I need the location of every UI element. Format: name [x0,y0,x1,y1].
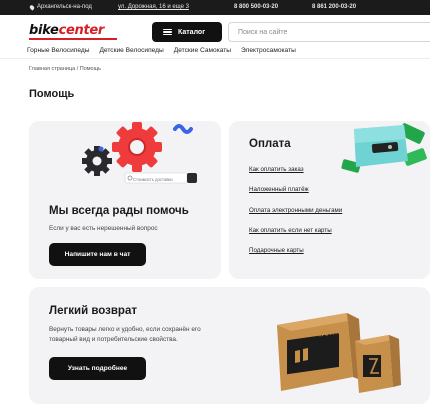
help-card-title: Мы всегда рады помочь [49,205,189,217]
main-nav: Горные Велосипеды Детские Велосипеды Дет… [27,47,296,54]
breadcrumb[interactable]: Главная страница / Помощь [29,66,101,72]
logo-underline [29,38,117,40]
payment-card-title: Оплата [249,138,291,150]
payment-link-no-card[interactable]: Как оплатить если нет карты [249,227,332,234]
logo-text-bike: bike [29,23,59,38]
menu-icon [163,28,172,36]
search-placeholder: Поиск на сайте [238,28,288,36]
nav-item-kids-scooters[interactable]: Детские Самокаты [174,47,231,54]
nav-item-kids-bikes[interactable]: Детские Велосипеды [99,47,163,54]
page-title: Помощь [29,88,75,100]
payment-link-how-to-pay[interactable]: Как оплатить заказ [249,166,304,173]
city-label: Архангельск-на-под [37,4,92,10]
search-input[interactable]: Поиск на сайте [228,22,430,42]
top-info-bar: Архангельск-на-под ул. Дорожная, 16 и ещ… [0,0,430,15]
nav-item-mountain-bikes[interactable]: Горные Велосипеды [27,47,89,54]
return-card: Легкий возврат Вернуть товары легко и уд… [29,287,430,404]
nav-item-electric-scooters[interactable]: Электросамокаты [241,47,296,54]
catalog-button-label: Каталог [178,28,206,36]
help-card-text: Если у вас есть нерешенный вопрос [49,225,158,232]
nav-divider [0,58,430,59]
payment-link-gift-cards[interactable]: Подарочные карты [249,247,304,254]
catalog-button[interactable]: Каталог [152,22,222,42]
phone-link-secondary[interactable]: 8 861 200-03-20 [312,4,356,10]
chat-button[interactable]: Напишите нам в чат [49,243,146,266]
location-pin-icon [28,3,36,11]
phone-link-primary[interactable]: 8 800 500-03-20 [234,4,278,10]
illustration-search-hint: Стоимость доставки [133,177,173,182]
payment-card: Оплата Как оплатить заказ Наложенный пла… [229,121,430,279]
return-card-text: Вернуть товары легко и удобно, если сохр… [49,326,201,343]
learn-more-button[interactable]: Узнать подробнее [49,357,146,380]
logo-text-center: center [58,23,105,38]
shipping-box-illustration [277,313,401,393]
payment-link-cash-on-delivery[interactable]: Наложенный платёж [249,186,309,193]
location-selector[interactable]: Архангельск-на-под [28,3,92,11]
wallet-money-illustration [341,123,427,173]
help-card: Стоимость доставки Мы всегда рады помочь… [29,121,221,279]
return-card-title: Легкий возврат [49,305,137,317]
gears-illustration [82,122,197,184]
site-logo[interactable]: bikecenter [29,23,117,40]
payment-link-e-money[interactable]: Оплата электронными деньгами [249,207,342,214]
store-address-link[interactable]: ул. Дорожная, 16 и еще 3 [118,4,189,10]
